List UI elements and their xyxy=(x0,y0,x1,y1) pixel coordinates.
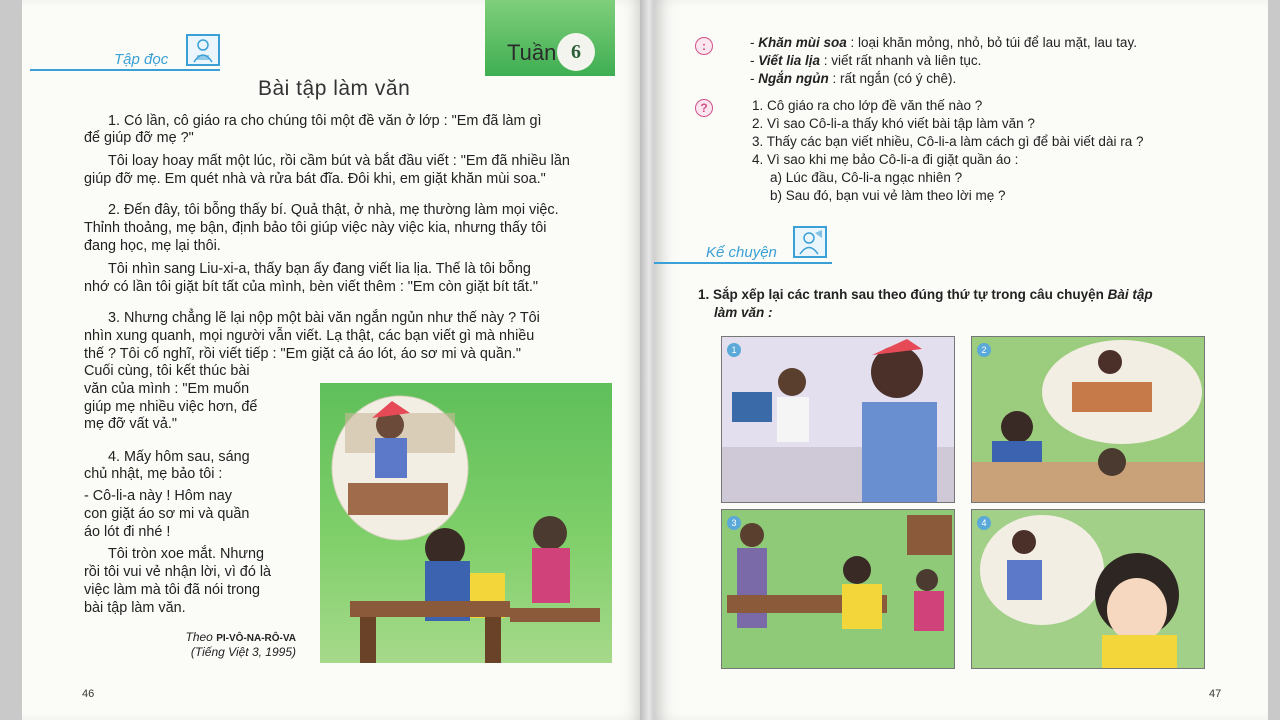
question-line: 3. Thấy các bạn viết nhiều, Cô-li-a làm … xyxy=(752,134,1144,149)
picture-number: 1 xyxy=(727,343,741,357)
question-line: a) Lúc đầu, Cô-li-a ngạc nhiên ? xyxy=(770,170,963,185)
left-page: Tập đọc Tuần 6 Bài tập làm văn 1. Có lần… xyxy=(22,0,644,720)
question-line: 1. Cô giáo ra cho lớp đề văn thế nào ? xyxy=(752,98,983,113)
story-picture-2: 2 xyxy=(971,336,1205,503)
story-picture-3: 3 xyxy=(721,509,955,669)
text-line: Tôi nhìn sang Liu-xi-a, thấy bạn ấy đang… xyxy=(108,261,531,277)
text-line: Tôi loay hoay mất một lúc, rồi cầm bút v… xyxy=(108,153,570,169)
page-number-right: 47 xyxy=(1209,688,1222,700)
question-line: 4. Vì sao khi mẹ bảo Cô-li-a đi giặt quầ… xyxy=(752,152,1019,167)
glossary-term: Ngắn ngủn xyxy=(758,71,829,86)
glossary-item: - Ngắn ngủn : rất ngắn (có ý chê). xyxy=(750,71,957,86)
task-line: 1. Sắp xếp lại các tranh sau theo đúng t… xyxy=(698,286,1153,305)
glossary-term: Khăn mùi soa xyxy=(758,35,847,50)
credit-prefix: Theo xyxy=(185,630,213,644)
text-line: văn của mình : "Em muốn xyxy=(84,381,250,397)
text-line: đang học, mẹ lại thôi. xyxy=(84,238,221,254)
glossary-definition: : loại khăn mỏng, nhỏ, bỏ túi để lau mặt… xyxy=(846,35,1137,50)
story-picture-1: 1 xyxy=(721,336,955,503)
story-picture-4: 4 xyxy=(971,509,1205,669)
section-underline xyxy=(654,262,832,264)
text-line: con giặt áo sơ mi và quần xyxy=(84,506,250,522)
text-line: mẹ đỡ vất vả." xyxy=(84,416,177,432)
text-line: áo lót đi nhé ! xyxy=(84,524,171,540)
text-line: bài tập làm văn. xyxy=(84,600,186,616)
credit-source: (Tiếng Việt 3, 1995) xyxy=(190,645,296,659)
week-box: Tuần 6 xyxy=(485,0,615,76)
glossary-term: Viết lia lịa xyxy=(758,53,821,68)
page-number-left: 46 xyxy=(82,688,95,700)
glossary-item: - Viết lia lịa : viết rất nhanh và liên … xyxy=(750,53,982,68)
picture-number: 3 xyxy=(727,516,741,530)
glossary-icon: : xyxy=(695,37,713,55)
text-line: việc làm mà tôi đã nói trong xyxy=(84,582,260,598)
picture-number: 4 xyxy=(977,516,991,530)
text-line: Thỉnh thoảng, mẹ bận, định bảo tôi giúp … xyxy=(84,220,547,236)
right-page: : - Khăn mùi soa : loại khăn mỏng, nhỏ, … xyxy=(654,0,1268,720)
week-number: 6 xyxy=(557,33,595,71)
text-line: chủ nhật, mẹ bảo tôi : xyxy=(84,466,223,482)
section-underline xyxy=(30,69,220,71)
task-title: Bài tập xyxy=(1107,287,1153,302)
question-icon: ? xyxy=(695,99,713,117)
illustration-drawing xyxy=(331,395,600,663)
section-label-tap-doc: Tập đọc xyxy=(114,51,169,68)
storytelling-icon xyxy=(793,226,827,258)
glossary-item: - Khăn mùi soa : loại khăn mỏng, nhỏ, bỏ… xyxy=(750,35,1137,50)
picture-number: 2 xyxy=(977,343,991,357)
text-line: 3. Nhưng chẳng lẽ lại nộp một bài văn ng… xyxy=(108,310,540,326)
section-label-ke-chuyen: Kể chuyện xyxy=(706,244,777,261)
text-line: nhớ có lần tôi giặt bít tất của mình, bè… xyxy=(84,279,539,295)
text-line: giúp đỡ mẹ. Em quét nhà và rửa bát đĩa. … xyxy=(84,171,546,187)
story-illustration xyxy=(320,383,612,663)
glossary-definition: : viết rất nhanh và liên tục. xyxy=(820,53,982,68)
text-line: nhìn xung quanh, mọi người vẫn viết. Lạ … xyxy=(84,328,535,344)
credit-author: PI-VÔ-NA-RÔ-VA xyxy=(216,633,296,644)
question-line: b) Sau đó, bạn vui vẻ làm theo lời mẹ ? xyxy=(770,188,1006,203)
text-line: để giúp đỡ mẹ ?" xyxy=(84,130,194,146)
glossary-definition: : rất ngắn (có ý chê). xyxy=(828,71,957,86)
credit-line: Theo PI-VÔ-NA-RÔ-VA xyxy=(172,630,296,644)
text-line: 2. Đến đây, tôi bỗng thấy bí. Quả thật, … xyxy=(108,202,559,218)
text-line: rồi tôi vui vẻ nhận lời, vì đó là xyxy=(84,564,272,580)
text-line: Tôi tròn xoe mắt. Nhưng xyxy=(108,546,265,562)
text-line: Cuối cùng, tôi kết thúc bài xyxy=(84,363,250,379)
text-line: - Cô-li-a này ! Hôm nay xyxy=(84,488,232,504)
task-text: 1. Sắp xếp lại các tranh sau theo đúng t… xyxy=(698,287,1108,302)
week-label: Tuần xyxy=(507,40,557,65)
lesson-title: Bài tập làm văn xyxy=(258,77,411,100)
reading-icon xyxy=(186,34,220,66)
question-line: 2. Vì sao Cô-li-a thấy khó viết bài tập … xyxy=(752,116,1035,131)
task-line: làm văn : xyxy=(714,305,773,320)
